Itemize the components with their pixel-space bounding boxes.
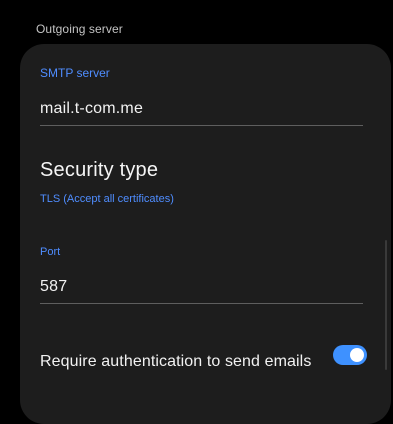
port-label: Port [40, 246, 61, 258]
require-authentication-toggle[interactable] [333, 345, 367, 365]
port-underline [40, 303, 363, 304]
smtp-server-underline [40, 125, 363, 126]
security-type-title[interactable]: Security type [40, 159, 158, 182]
scrollbar[interactable] [385, 240, 387, 370]
smtp-server-input[interactable]: mail.t-com.me [40, 100, 143, 118]
port-input[interactable]: 587 [40, 278, 67, 296]
require-authentication-label: Require authentication to send emails [40, 353, 312, 370]
toggle-knob [350, 348, 364, 362]
security-type-value[interactable]: TLS (Accept all certificates) [40, 193, 174, 205]
section-header: Outgoing server [36, 22, 123, 36]
smtp-server-label: SMTP server [40, 66, 110, 80]
